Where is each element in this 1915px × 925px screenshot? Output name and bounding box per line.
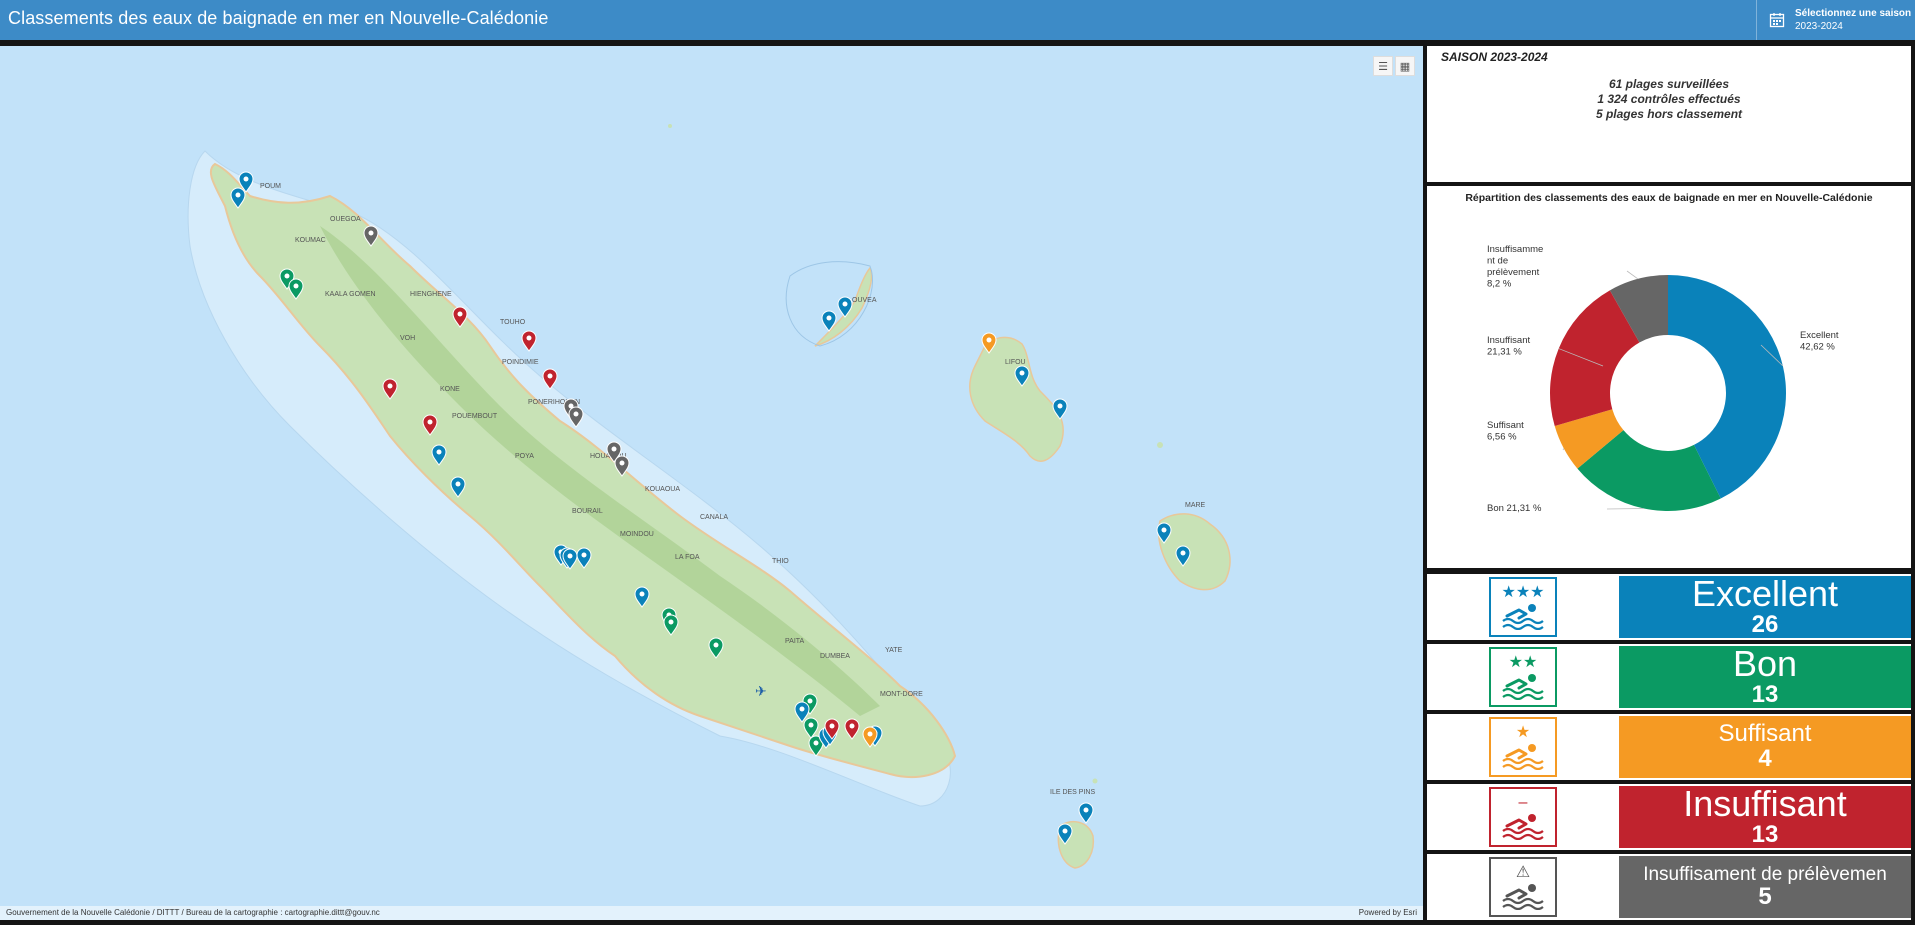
map-label-lifou: LIFOU xyxy=(1005,359,1026,366)
map-label-poya: POYA xyxy=(515,453,534,460)
rating-stars-icon: ★ xyxy=(1515,724,1531,741)
season-selector[interactable]: Sélectionnez une saison 2023-2024 xyxy=(1756,0,1915,40)
map-label-yate: YATE xyxy=(885,647,903,654)
donut-label-bon: Bon 21,31 % xyxy=(1487,503,1542,514)
map-view[interactable]: POUM OUEGOA KOUMAC KAALA GOMEN HIENGHENE… xyxy=(0,46,1423,920)
map-label-poindimie: POINDIMIE xyxy=(502,359,539,366)
swimmer-icon xyxy=(1502,814,1544,840)
category-icon-prelevement: ⚠ xyxy=(1489,857,1557,917)
map-label-touho: TOUHO xyxy=(500,319,526,326)
category-card-prelevement[interactable]: ⚠ Insuffisament de prélèvemen 5 xyxy=(1427,854,1911,920)
chart-panel: Répartition des classements des eaux de … xyxy=(1427,186,1911,568)
category-count: 4 xyxy=(1758,745,1772,773)
map-label-kone: KONE xyxy=(440,386,460,393)
donut-leader-line xyxy=(1562,448,1565,451)
category-count: 5 xyxy=(1758,882,1772,910)
lifou-island xyxy=(969,336,1064,462)
category-band-prelevement: Insuffisament de prélèvemen 5 xyxy=(1619,856,1911,918)
map-label-mont-dore: MONT-DORE xyxy=(880,691,923,698)
category-name: Bon xyxy=(1732,643,1798,685)
category-band-suffisant: Suffisant 4 xyxy=(1619,716,1911,778)
map-label-bourail: BOURAIL xyxy=(572,508,603,515)
map-label-la-foa: LA FOA xyxy=(675,554,700,561)
map-label-kaala-gomen: KAALA GOMEN xyxy=(325,291,376,298)
map-label-ile-des-pins: ILE DES PINS xyxy=(1050,789,1095,796)
attribution-text: Gouvernement de la Nouvelle Calédonie / … xyxy=(6,908,380,917)
category-name: Insuffisant xyxy=(1683,783,1847,825)
donut-label-suffisant: Suffisant 6,56 % xyxy=(1487,420,1524,443)
rating-stars-icon: ★★ xyxy=(1508,654,1538,671)
map-label-thio: THIO xyxy=(772,558,789,565)
map-label-koumac: KOUMAC xyxy=(295,237,326,244)
map-label-ouegoa: OUEGOA xyxy=(330,216,361,223)
category-card-suffisant[interactable]: ★ Suffisant 4 xyxy=(1427,714,1911,780)
rating-stars-icon: ★★★ xyxy=(1501,584,1545,601)
swimmer-icon xyxy=(1502,604,1544,630)
map-label-ouvea: OUVEA xyxy=(852,297,877,304)
category-icon-insuffisant: – xyxy=(1489,787,1557,847)
stats-unclassified: 5 plages hors classement xyxy=(1595,107,1743,121)
category-band-excellent: Excellent 26 xyxy=(1619,576,1911,638)
category-icon-suffisant: ★ xyxy=(1489,717,1557,777)
map-label-canala: CANALA xyxy=(700,514,728,521)
category-count: 13 xyxy=(1751,681,1779,709)
map-label-hienghene: HIENGHENE xyxy=(410,291,452,298)
header-bar: Classements des eaux de baignade en mer … xyxy=(0,0,1915,40)
category-band-bon: Bon 13 xyxy=(1619,646,1911,708)
category-card-insuffisant[interactable]: – Insuffisant 13 xyxy=(1427,784,1911,850)
season-selector-label: Sélectionnez une saison xyxy=(1795,8,1912,19)
map-label-mare: MARE xyxy=(1185,502,1206,509)
category-icon-bon: ★★ xyxy=(1489,647,1557,707)
beach-marker-excellent[interactable] xyxy=(1078,802,1094,824)
map-label-voh: VOH xyxy=(400,335,415,342)
stats-season: SAISON 2023-2024 xyxy=(1441,50,1548,64)
swimmer-icon xyxy=(1502,884,1544,910)
category-card-excellent[interactable]: ★★★ Excellent 26 xyxy=(1427,574,1911,640)
season-selector-value: 2023-2024 xyxy=(1795,21,1843,32)
stats-beaches: 61 plages surveillées xyxy=(1608,77,1730,91)
stats-panel: SAISON 2023-2024 61 plages surveillées 1… xyxy=(1427,46,1911,182)
donut-chart: Excellent 42,62 % Bon 21,31 % Suffisant 6,56… xyxy=(1487,244,1839,514)
donut-label-excellent: Excellent 42,62 % xyxy=(1800,330,1839,353)
legend-list-icon[interactable]: ☰ xyxy=(1373,56,1393,76)
map-label-kouaoua: KOUAOUA xyxy=(645,486,680,493)
page-title: Classements des eaux de baignade en mer … xyxy=(8,8,549,28)
map-tools: ☰ ▦ xyxy=(1373,56,1415,76)
category-count: 26 xyxy=(1751,611,1779,639)
chart-title: Répartition des classements des eaux de … xyxy=(1465,192,1873,204)
map-label-paita: PAITA xyxy=(785,638,805,645)
donut-label-insuffisant: Insuffisant 21,31 % xyxy=(1487,335,1530,358)
donut-leader-line xyxy=(1626,270,1639,280)
calendar-icon xyxy=(1769,13,1785,28)
powered-by-esri[interactable]: Powered by Esri xyxy=(1359,908,1417,917)
rating-stars-icon: ⚠ xyxy=(1515,864,1531,881)
basemap-grid-icon[interactable]: ▦ xyxy=(1395,56,1415,76)
map-label-moindou: MOINDOU xyxy=(620,531,654,538)
map-attribution: Gouvernement de la Nouvelle Calédonie / … xyxy=(0,906,1423,920)
map-label-dumbea: DUMBEA xyxy=(820,653,850,660)
category-name: Excellent xyxy=(1691,573,1839,615)
category-name: Insuffisament de prélèvemen xyxy=(1643,863,1887,885)
category-card-bon[interactable]: ★★ Bon 13 xyxy=(1427,644,1911,710)
swimmer-icon xyxy=(1502,674,1544,700)
category-band-insuffisant: Insuffisant 13 xyxy=(1619,786,1911,848)
airport-icon: ✈ xyxy=(755,683,767,699)
rating-stars-icon: – xyxy=(1518,794,1528,811)
swimmer-icon xyxy=(1502,744,1544,770)
category-count: 13 xyxy=(1751,821,1779,849)
beach-marker-insuffisant[interactable] xyxy=(521,330,537,352)
category-name: Suffisant xyxy=(1718,720,1812,748)
donut-label-insuffisamment-de-prélèvement: Insuffisamme nt de prélèvement 8,2 % xyxy=(1487,244,1543,290)
map-label-pouembout: POUEMBOUT xyxy=(452,413,498,420)
category-icon-excellent: ★★★ xyxy=(1489,577,1557,637)
stats-controls: 1 324 contrôles effectués xyxy=(1597,92,1741,106)
map-label-poum: POUM xyxy=(260,183,281,190)
map-canvas: POUM OUEGOA KOUMAC KAALA GOMEN HIENGHENE… xyxy=(187,124,1231,869)
